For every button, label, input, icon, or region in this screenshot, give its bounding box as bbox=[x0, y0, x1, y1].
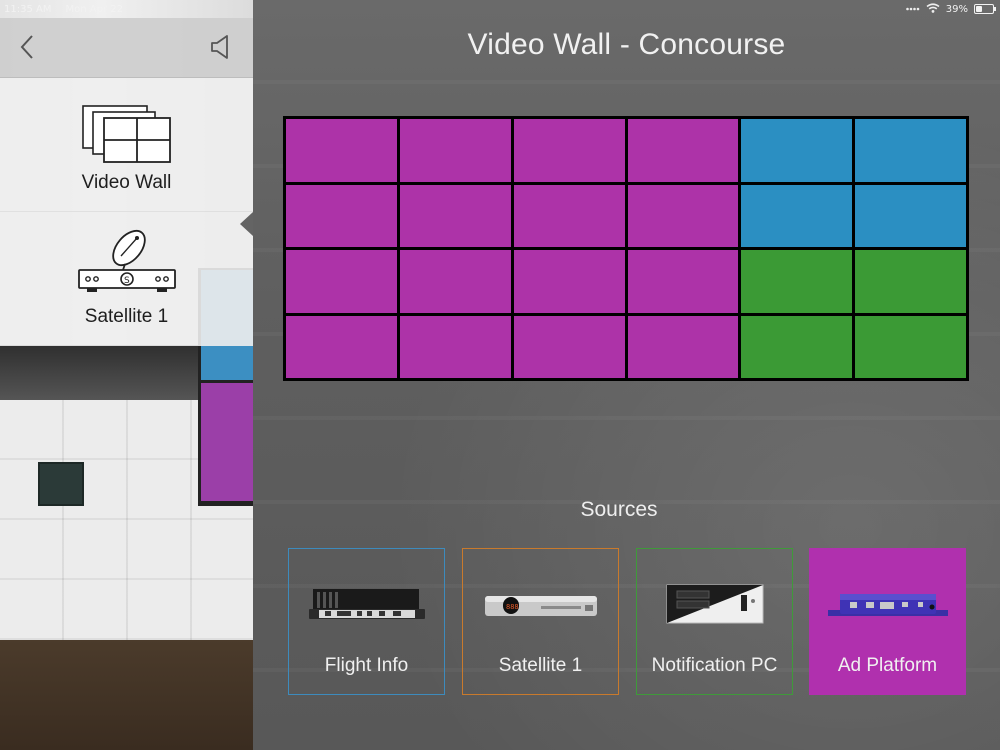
svg-text:888: 888 bbox=[506, 603, 519, 611]
wall-tile[interactable] bbox=[627, 315, 739, 378]
wall-tile[interactable] bbox=[513, 250, 625, 313]
page-title: Video Wall - Concourse bbox=[467, 28, 786, 61]
satellite-receiver-icon: S bbox=[75, 228, 179, 298]
status-time: 11:35 AM bbox=[4, 3, 52, 15]
status-bar: 11:35 AM Mon Apr 22 39% bbox=[0, 0, 1000, 18]
wall-tile[interactable] bbox=[399, 184, 511, 247]
video-wall-icon bbox=[80, 94, 174, 164]
wall-tile[interactable] bbox=[855, 184, 966, 247]
wall-tile[interactable] bbox=[513, 184, 625, 247]
wall-tile[interactable] bbox=[286, 119, 397, 182]
sidebar-item-label: Satellite 1 bbox=[84, 306, 169, 327]
wall-tile[interactable] bbox=[513, 119, 625, 182]
wall-tile[interactable] bbox=[855, 315, 966, 378]
sidebar-source-list: Video Wall S Satellite 1 bbox=[0, 78, 253, 346]
chevron-left-icon bbox=[19, 34, 35, 64]
source-card-label: Flight Info bbox=[324, 655, 409, 676]
wall-tile[interactable] bbox=[855, 250, 966, 313]
media-player-icon bbox=[307, 579, 427, 631]
wall-tile[interactable] bbox=[855, 119, 966, 182]
battery-percent: 39% bbox=[945, 3, 968, 15]
wall-tile[interactable] bbox=[627, 250, 739, 313]
video-wall-layout bbox=[283, 116, 969, 381]
satellite-receiver-icon: 888 bbox=[481, 579, 601, 631]
volume-button[interactable] bbox=[204, 32, 238, 66]
sidebar-item-label: Video Wall bbox=[81, 172, 172, 193]
sources-heading: Sources bbox=[580, 498, 658, 521]
wall-tile[interactable] bbox=[741, 184, 853, 247]
svg-text:S: S bbox=[124, 276, 130, 286]
sidebar-header bbox=[0, 18, 253, 78]
source-card-satellite-1[interactable]: 888 Satellite 1 bbox=[462, 548, 619, 695]
battery-icon bbox=[974, 4, 996, 14]
source-card-notification-pc[interactable]: Notification PC bbox=[636, 548, 793, 695]
background-cafe-sign bbox=[38, 462, 84, 506]
source-card-flight-info[interactable]: Flight Info bbox=[288, 548, 445, 695]
source-card-ad-platform[interactable]: Ad Platform bbox=[809, 548, 966, 695]
wall-tile[interactable] bbox=[513, 315, 625, 378]
wall-tile[interactable] bbox=[399, 315, 511, 378]
sidebar-item-satellite-1[interactable]: S Satellite 1 bbox=[0, 212, 253, 346]
wall-tile[interactable] bbox=[741, 119, 853, 182]
wall-tile[interactable] bbox=[399, 250, 511, 313]
wifi-icon bbox=[926, 2, 940, 16]
sidebar-item-video-wall[interactable]: Video Wall bbox=[0, 78, 253, 212]
wall-tile[interactable] bbox=[286, 315, 397, 378]
source-card-label: Notification PC bbox=[651, 655, 778, 676]
source-card-label: Ad Platform bbox=[837, 655, 938, 676]
back-button[interactable] bbox=[12, 32, 42, 66]
wall-tile[interactable] bbox=[741, 250, 853, 313]
wall-tile[interactable] bbox=[286, 184, 397, 247]
wall-tile[interactable] bbox=[627, 184, 739, 247]
selected-item-pointer bbox=[240, 212, 253, 236]
wall-tile[interactable] bbox=[399, 119, 511, 182]
signage-player-icon bbox=[826, 579, 950, 631]
cellular-dots-icon bbox=[905, 4, 920, 15]
wall-tile[interactable] bbox=[627, 119, 739, 182]
wall-tile[interactable] bbox=[741, 315, 853, 378]
source-card-label: Satellite 1 bbox=[498, 655, 583, 676]
wall-tile[interactable] bbox=[286, 250, 397, 313]
desktop-pc-icon bbox=[663, 579, 767, 631]
speaker-icon bbox=[210, 34, 232, 64]
status-date: Mon Apr 22 bbox=[65, 3, 123, 15]
